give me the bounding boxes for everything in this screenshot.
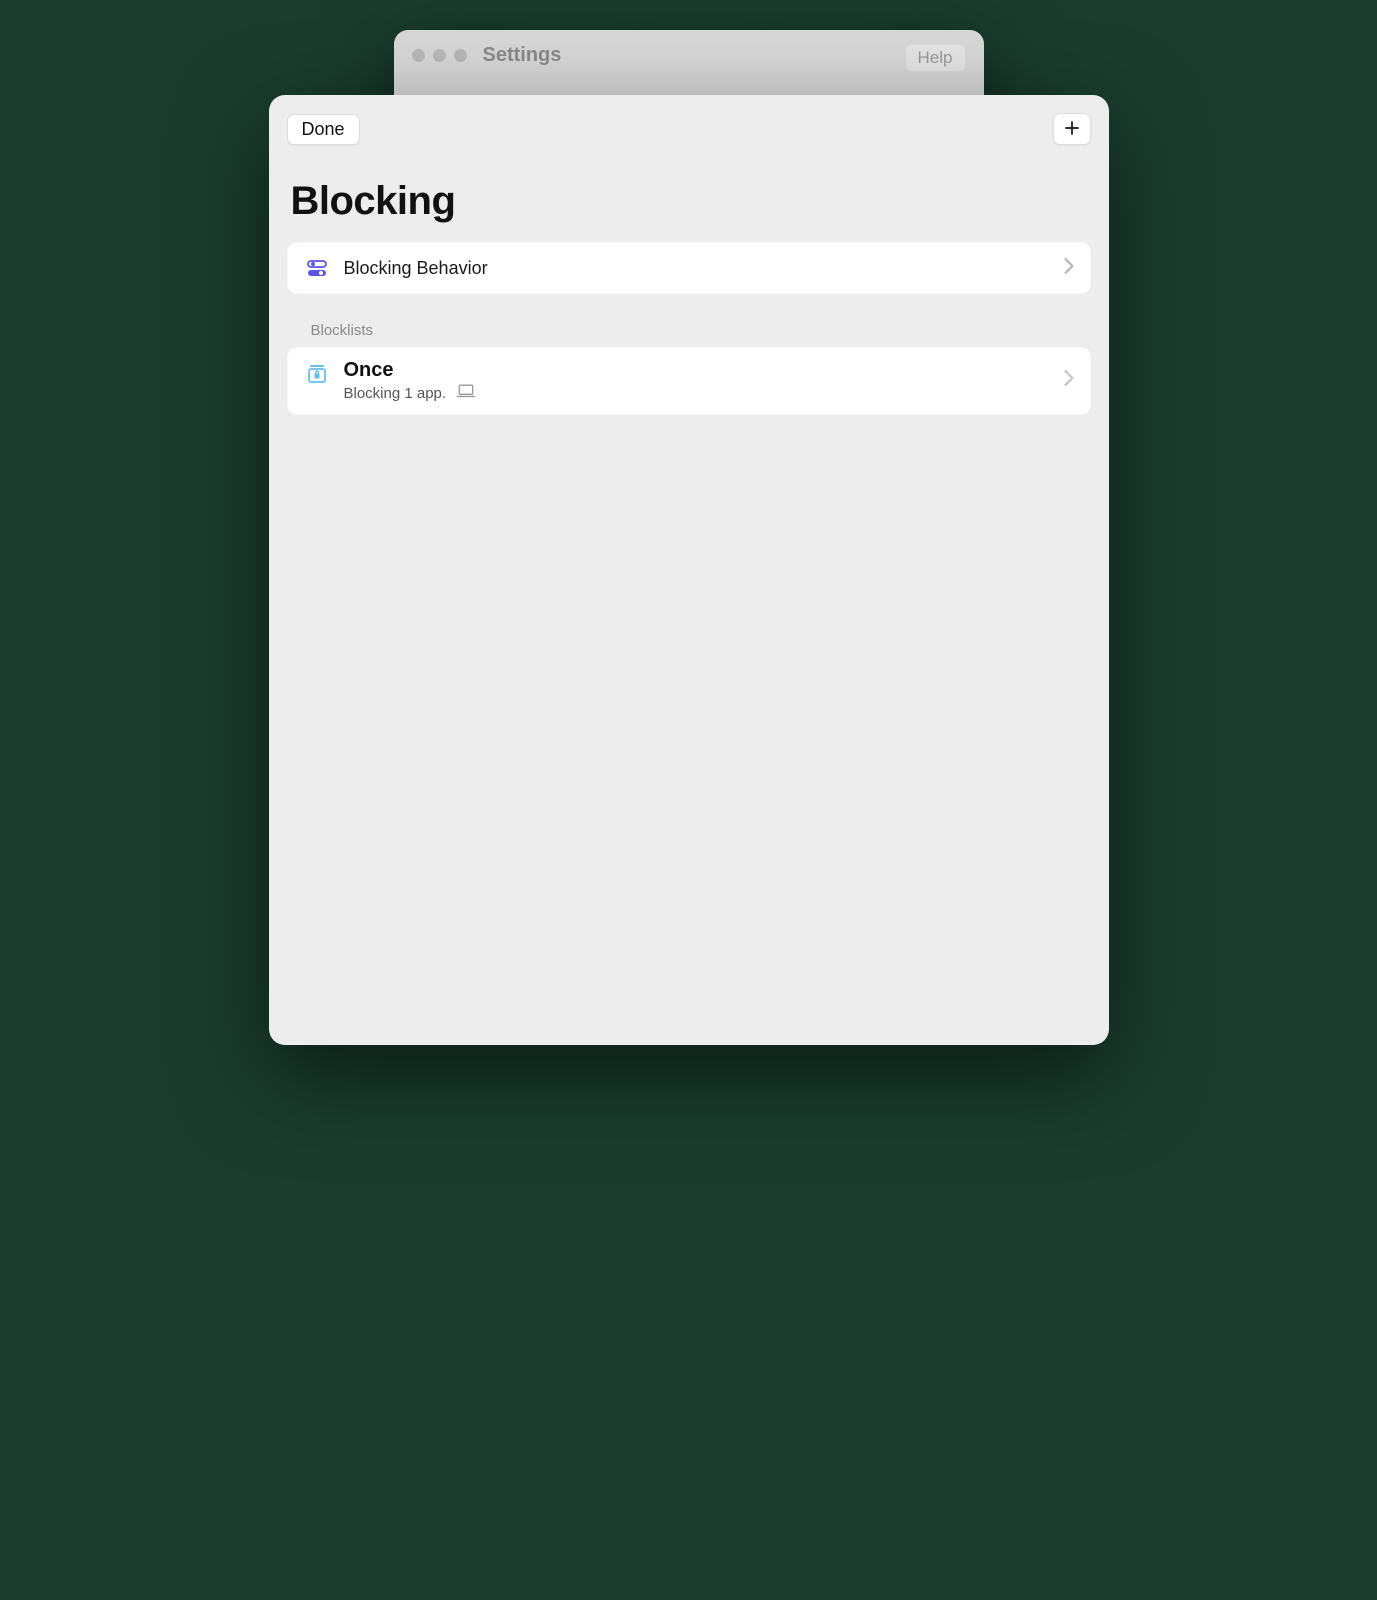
chevron-right-icon <box>1064 258 1074 279</box>
traffic-light-close[interactable] <box>412 49 425 62</box>
blocklists-section-label: Blocklists <box>311 322 1091 339</box>
done-button[interactable]: Done <box>287 114 360 145</box>
blocklist-name: Once <box>344 358 1050 382</box>
plus-icon <box>1063 119 1081 140</box>
blocking-behavior-label: Blocking Behavior <box>344 258 1050 279</box>
window-traffic-lights <box>412 49 467 62</box>
blocklist-subtitle: Blocking 1 app. <box>344 385 447 402</box>
traffic-light-zoom[interactable] <box>454 49 467 62</box>
blocklist-row-once[interactable]: Once Blocking 1 app. <box>287 347 1091 415</box>
help-button[interactable]: Help <box>905 44 966 72</box>
blocking-panel: Done Blocking Blocking Behavior <box>269 95 1109 1045</box>
lock-box-icon <box>304 360 330 386</box>
traffic-light-minimize[interactable] <box>433 49 446 62</box>
settings-window-title: Settings <box>483 44 562 67</box>
page-title: Blocking <box>291 179 1087 224</box>
blocking-behavior-row[interactable]: Blocking Behavior <box>287 242 1091 294</box>
chevron-right-icon <box>1064 370 1074 391</box>
laptop-icon <box>456 384 476 402</box>
add-button[interactable] <box>1053 113 1091 145</box>
toggle-sliders-icon <box>304 255 330 281</box>
